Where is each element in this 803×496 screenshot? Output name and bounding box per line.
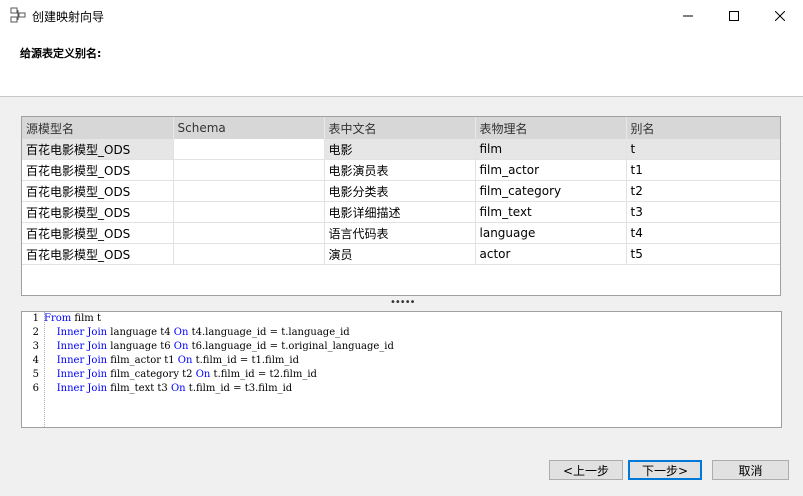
code-line: Inner Join film_actor t1 On t.film_id = …	[56, 355, 299, 366]
schema-cell[interactable]	[173, 139, 325, 160]
column-header[interactable]: 源模型名	[22, 117, 174, 139]
source-model-cell: 百花电影模型_ODS	[22, 243, 174, 265]
chinese-name-cell: 电影	[324, 139, 476, 160]
schema-cell[interactable]	[173, 180, 325, 202]
table-header-row: 源模型名 Schema 表中文名 表物理名 别名	[22, 117, 780, 139]
alias-cell[interactable]: t3	[626, 201, 780, 223]
splitter-grip[interactable]: •••••	[390, 297, 415, 308]
physical-name-cell: film_category	[475, 180, 627, 202]
column-header[interactable]: Schema	[173, 117, 325, 139]
alias-cell[interactable]: t4	[626, 222, 780, 244]
source-model-cell: 百花电影模型_ODS	[22, 201, 174, 223]
wizard-header: 给源表定义别名:	[0, 31, 803, 97]
code-line: Inner Join film_text t3 On t.film_id = t…	[56, 383, 293, 394]
window-title: 创建映射向导	[32, 10, 105, 24]
previous-button[interactable]: <上一步	[549, 460, 623, 480]
table-row[interactable]: 百花电影模型_ODS 语言代码表 language t4	[22, 222, 780, 244]
code-line: Inner Join language t4 On t4.language_id…	[56, 327, 350, 338]
schema-cell[interactable]	[173, 243, 325, 265]
table-row[interactable]: 百花电影模型_ODS 电影详细描述 film_text t3	[22, 201, 780, 223]
line-number-gutter: 1 2 3 4 5 6	[22, 312, 45, 427]
next-button[interactable]: 下一步>	[628, 460, 702, 480]
line-number: 2	[32, 327, 39, 338]
close-icon	[775, 10, 785, 21]
line-number: 1	[32, 313, 39, 324]
alias-cell[interactable]: t5	[626, 243, 780, 265]
physical-name-cell: film_actor	[475, 159, 627, 181]
schema-cell[interactable]	[173, 159, 325, 181]
sql-editor[interactable]: 1 2 3 4 5 6 From film t Inner Join langu…	[21, 311, 782, 428]
chinese-name-cell: 演员	[324, 243, 476, 265]
close-button[interactable]	[757, 0, 803, 31]
physical-name-cell: actor	[475, 243, 627, 265]
source-model-cell: 百花电影模型_ODS	[22, 180, 174, 202]
code-line: From film t	[44, 313, 101, 324]
alias-cell[interactable]: t	[626, 139, 780, 160]
table-row[interactable]: 百花电影模型_ODS 电影分类表 film_category t2	[22, 180, 780, 202]
chinese-name-cell: 电影分类表	[324, 180, 476, 202]
source-model-cell: 百花电影模型_ODS	[22, 139, 174, 160]
chinese-name-cell: 电影演员表	[324, 159, 476, 181]
title-bar: 创建映射向导	[0, 0, 803, 31]
physical-name-cell: film_text	[475, 201, 627, 223]
chinese-name-cell: 语言代码表	[324, 222, 476, 244]
alias-cell[interactable]: t1	[626, 159, 780, 181]
line-number: 4	[32, 355, 39, 366]
column-header[interactable]: 别名	[626, 117, 780, 139]
schema-cell[interactable]	[173, 201, 325, 223]
line-number: 6	[32, 383, 39, 394]
maximize-button[interactable]	[711, 0, 757, 31]
minimize-icon	[683, 15, 693, 16]
mapping-wizard-icon	[10, 7, 26, 23]
source-model-cell: 百花电影模型_ODS	[22, 159, 174, 181]
column-header[interactable]: 表物理名	[475, 117, 627, 139]
source-model-cell: 百花电影模型_ODS	[22, 222, 174, 244]
step-instruction: 给源表定义别名:	[20, 47, 102, 60]
line-number: 3	[32, 341, 39, 352]
alias-cell[interactable]: t2	[626, 180, 780, 202]
table-row[interactable]: 百花电影模型_ODS 电影 film t	[22, 139, 780, 160]
code-line: Inner Join language t6 On t6.language_id…	[56, 341, 394, 352]
minimize-button[interactable]	[665, 0, 711, 31]
alias-table-grid: 源模型名 Schema 表中文名 表物理名 别名 百花电影模型_ODS 电影 f…	[22, 117, 780, 265]
physical-name-cell: language	[475, 222, 627, 244]
schema-cell[interactable]	[173, 222, 325, 244]
alias-table[interactable]: 源模型名 Schema 表中文名 表物理名 别名 百花电影模型_ODS 电影 f…	[21, 116, 781, 296]
chinese-name-cell: 电影详细描述	[324, 201, 476, 223]
code-line: Inner Join film_category t2 On t.film_id…	[56, 369, 317, 380]
line-number: 5	[32, 369, 39, 380]
physical-name-cell: film	[475, 139, 627, 160]
table-row[interactable]: 百花电影模型_ODS 演员 actor t5	[22, 243, 780, 265]
column-header[interactable]: 表中文名	[324, 117, 476, 139]
maximize-icon	[729, 10, 739, 21]
table-row[interactable]: 百花电影模型_ODS 电影演员表 film_actor t1	[22, 159, 780, 181]
cancel-button[interactable]: 取消	[712, 460, 789, 480]
